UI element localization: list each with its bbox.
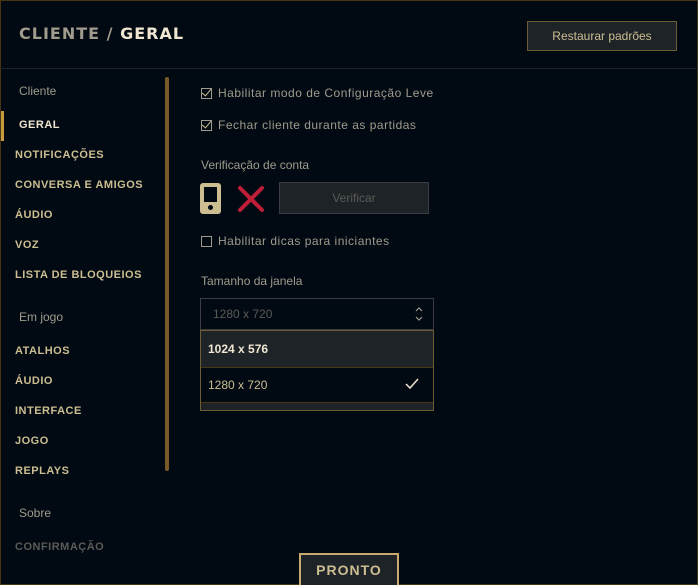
sidebar-item-interface[interactable]: INTERFACE — [15, 405, 82, 417]
dropdown-option[interactable]: 1280 x 720 — [201, 367, 433, 403]
sidebar-item-notificacoes[interactable]: NOTIFICAÇÕES — [15, 149, 104, 161]
window-size-value: 1280 x 720 — [213, 307, 273, 321]
phone-button — [208, 205, 213, 210]
checkbox-label: Habilitar modo de Configuração Leve — [218, 86, 434, 100]
checkmark-icon — [405, 378, 419, 390]
breadcrumb-separator: / — [106, 24, 114, 43]
header: CLIENTE / GERAL Restaurar padrões — [0, 0, 698, 68]
checkbox-box[interactable] — [201, 85, 212, 99]
close-x-icon — [238, 186, 264, 212]
check-mark — [201, 85, 212, 97]
lightweight-mode-checkbox[interactable]: Habilitar modo de Configuração Leve — [201, 85, 434, 100]
sidebar-section-about: Sobre — [19, 506, 52, 520]
active-indicator — [1, 111, 4, 141]
checkbox-box[interactable] — [201, 235, 212, 247]
window-size-dropdown: 1024 x 576 1280 x 720 — [200, 330, 434, 411]
restore-defaults-button[interactable]: Restaurar padrões — [527, 21, 677, 51]
sidebar-section-client: Cliente — [19, 84, 57, 98]
sidebar-item-jogo[interactable]: JOGO — [15, 435, 49, 447]
checkbox-box[interactable] — [201, 117, 212, 131]
sidebar-item-voz[interactable]: VOZ — [15, 239, 39, 251]
option-label: 1280 x 720 — [208, 378, 268, 392]
sidebar-item-audio[interactable]: ÁUDIO — [15, 209, 53, 221]
chevron-up-down-icon — [415, 307, 423, 321]
sidebar-item-lista-de-bloqueios[interactable]: LISTA DE BLOQUEIOS — [15, 269, 142, 281]
sidebar-item-geral[interactable]: GERAL — [19, 119, 60, 131]
breadcrumb-current: GERAL — [120, 24, 185, 43]
mobile-phone-icon — [200, 183, 221, 214]
check-mark — [201, 117, 212, 129]
page-title: CLIENTE / GERAL — [19, 24, 184, 43]
verify-button[interactable]: Verificar — [279, 182, 429, 214]
sidebar-section-ingame: Em jogo — [19, 310, 64, 324]
beginner-tips-checkbox[interactable]: Habilitar dicas para iniciantes — [201, 234, 390, 248]
checkbox-label: Fechar cliente durante as partidas — [218, 118, 417, 132]
sidebar-item-confirmacao[interactable]: CONFIRMAÇÃO — [15, 541, 104, 553]
window-size-title: Tamanho da janela — [201, 274, 303, 288]
sidebar-item-atalhos[interactable]: ATALHOS — [15, 345, 70, 357]
sidebar-item-audio-ingame[interactable]: ÁUDIO — [15, 375, 53, 387]
dropdown-footer — [201, 403, 433, 410]
sidebar-item-conversa-e-amigos[interactable]: CONVERSA E AMIGOS — [15, 179, 143, 191]
phone-screen — [204, 187, 217, 202]
sidebar-item-replays[interactable]: REPLAYS — [15, 465, 69, 477]
window-size-select[interactable]: 1280 x 720 — [200, 298, 434, 330]
dropdown-option[interactable]: 1024 x 576 — [201, 331, 433, 367]
close-client-checkbox[interactable]: Fechar cliente durante as partidas — [201, 117, 417, 132]
sidebar-scrollbar[interactable] — [165, 77, 169, 471]
account-verification-title: Verificação de conta — [201, 158, 310, 172]
done-button[interactable]: PRONTO — [299, 553, 399, 585]
breadcrumb-parent: CLIENTE — [19, 24, 101, 43]
header-divider — [0, 68, 698, 69]
option-label: 1024 x 576 — [208, 342, 269, 356]
checkbox-label: Habilitar dicas para iniciantes — [218, 234, 390, 248]
